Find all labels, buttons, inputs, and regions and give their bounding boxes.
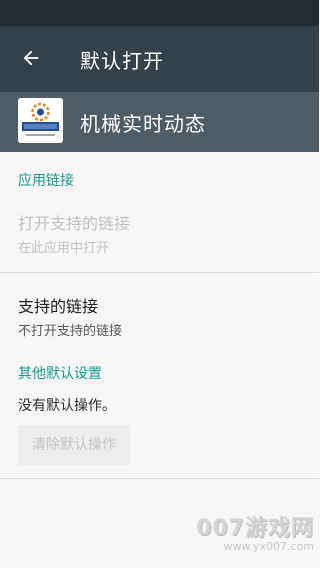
status-bar <box>0 0 319 26</box>
clear-defaults-button[interactable]: 清除默认操作 <box>18 425 130 465</box>
watermark: 007游戏网 www.yx007.com <box>164 510 314 553</box>
watermark-logo: 007游戏网 <box>196 516 314 541</box>
no-defaults-status: 没有默认操作。 <box>18 398 116 414</box>
section-app-links: 应用链接 <box>18 173 74 189</box>
supported-links-item[interactable]: 支持的链接 不打开支持的链接 <box>0 273 319 355</box>
open-supported-links-summary: 在此应用中打开 <box>18 241 110 256</box>
open-supported-links-title: 打开支持的链接 <box>18 214 131 233</box>
divider-bottom <box>0 478 319 479</box>
page-title: 默认打开 <box>80 49 164 73</box>
app-name: 机械实时动态 <box>80 112 206 136</box>
supported-links-title: 支持的链接 <box>18 297 99 316</box>
section-other-defaults: 其他默认设置 <box>18 366 102 382</box>
supported-links-summary: 不打开支持的链接 <box>18 324 123 339</box>
app-logo-icon <box>18 98 63 143</box>
arrow-back-icon[interactable] <box>20 47 42 69</box>
toolbar: 默认打开 <box>0 26 319 92</box>
open-supported-links-item: 打开支持的链接 在此应用中打开 <box>0 190 319 272</box>
app-header: 机械实时动态 <box>0 92 319 152</box>
watermark-url: www.yx007.com <box>223 540 314 553</box>
